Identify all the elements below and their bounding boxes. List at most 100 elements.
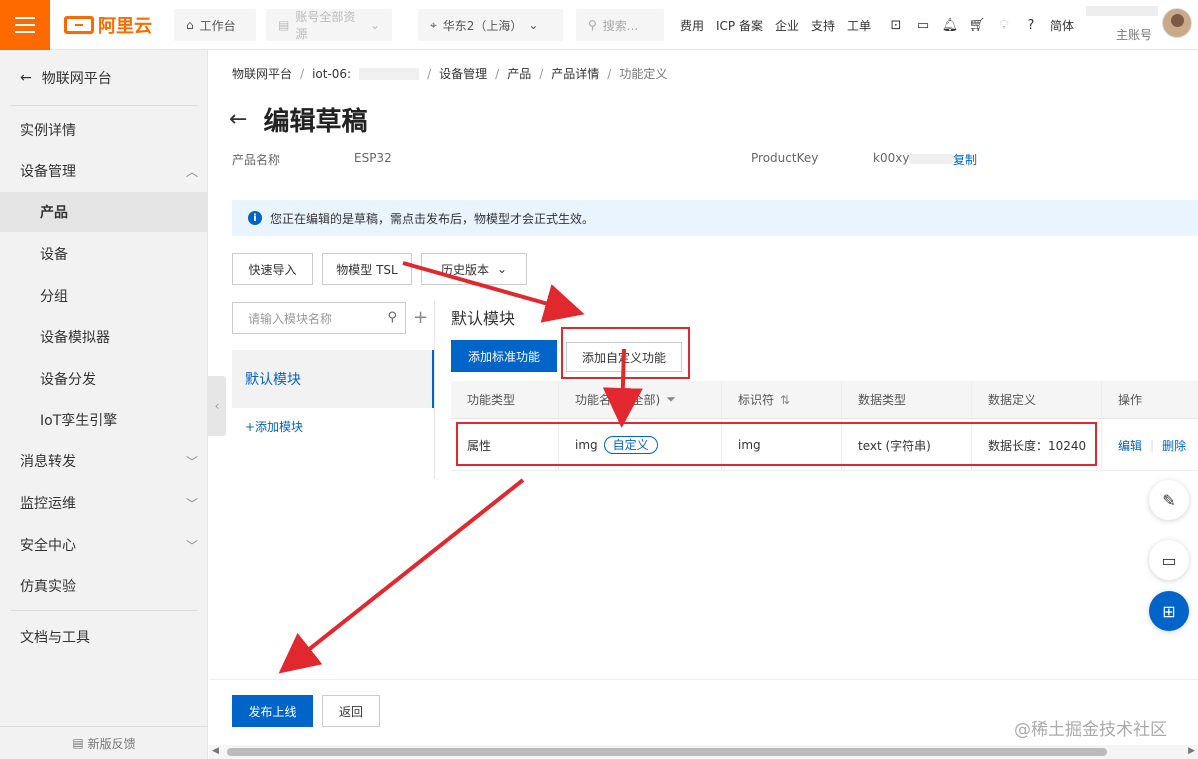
module-search-input[interactable]: 请输入模块名称 ⚲ bbox=[232, 302, 406, 334]
sidebar-item-twin-engine[interactable]: IoT孪生引擎 bbox=[0, 400, 208, 440]
horizontal-scrollbar[interactable]: ◀ ▶ bbox=[209, 745, 1198, 759]
sidebar-item-label: 仿真实验 bbox=[20, 579, 76, 595]
add-custom-function-button[interactable]: 添加自定义功能 bbox=[566, 342, 682, 372]
avatar[interactable] bbox=[1162, 8, 1192, 38]
terminal-icon[interactable]: ▭ bbox=[915, 17, 931, 33]
breadcrumb-item[interactable]: 设备管理 bbox=[439, 65, 487, 82]
filter-icon[interactable]: ⏷ bbox=[666, 392, 676, 407]
back-button[interactable]: 返回 bbox=[322, 695, 380, 727]
search-input[interactable]: ⚲ 搜索... bbox=[576, 9, 664, 41]
history-version-dropdown[interactable]: 历史版本 ⌄ bbox=[421, 253, 527, 285]
sidebar-item-device[interactable]: 设备 bbox=[0, 234, 208, 274]
chat-icon[interactable]: ▭ bbox=[1149, 540, 1189, 580]
arrow-left-icon[interactable]: ← bbox=[229, 107, 247, 132]
sidebar-item-label: 设备模拟器 bbox=[40, 330, 110, 346]
sidebar-item-device-mgmt[interactable]: 设备管理 ︿ bbox=[0, 151, 208, 191]
header-label: 数据类型 bbox=[858, 393, 907, 407]
sidebar-item-docs[interactable]: 文档与工具 bbox=[0, 617, 208, 657]
feedback-label: 新版反馈 bbox=[87, 736, 136, 751]
sidebar-item-label: 消息转发 bbox=[20, 454, 76, 470]
tsl-button[interactable]: 物模型 TSL bbox=[322, 253, 412, 285]
cloudshell-icon[interactable]: ⊡ bbox=[888, 17, 904, 33]
edit-pencil-icon[interactable]: ✎ bbox=[1149, 480, 1189, 520]
apps-grid-icon[interactable]: ⊞ bbox=[1149, 591, 1189, 631]
sidebar-item-label: 监控运维 bbox=[20, 496, 76, 512]
button-label: 发布上线 bbox=[248, 704, 297, 719]
redacted-block bbox=[359, 67, 420, 80]
sidebar-item-label: 安全中心 bbox=[20, 538, 76, 554]
search-icon[interactable]: ⚲ bbox=[387, 310, 397, 325]
sidebar-back-button[interactable]: ← 物联网平台 bbox=[20, 68, 112, 88]
sidebar-item-simulator[interactable]: 设备模拟器 bbox=[0, 317, 208, 357]
publish-button[interactable]: 发布上线 bbox=[232, 695, 313, 727]
location-icon: ⌖ bbox=[430, 17, 437, 32]
bell-icon[interactable]: 🔔︎ bbox=[942, 17, 959, 33]
help-icon[interactable]: ? bbox=[1023, 17, 1039, 33]
chevron-down-icon: ⌄ bbox=[369, 18, 380, 32]
quick-import-button[interactable]: 快速导入 bbox=[232, 253, 313, 285]
cart-icon[interactable]: 🛒︎ bbox=[969, 17, 986, 33]
add-module-link[interactable]: +添加模块 bbox=[245, 418, 303, 435]
table-header: 操作 bbox=[1102, 381, 1198, 419]
button-label: 添加标准功能 bbox=[467, 349, 540, 364]
cell-text: text (字符串) bbox=[858, 438, 931, 453]
chevron-down-icon: ⌄ bbox=[496, 262, 508, 276]
custom-tag-badge: 自定义 bbox=[603, 436, 658, 454]
add-module-plus-icon[interactable]: + bbox=[413, 307, 428, 328]
main-content: 物联网平台 / iot-06: / 设备管理 / 产品 / 产品详情 / 功能定义 ← 编… bbox=[209, 51, 1198, 759]
menu-icon[interactable] bbox=[0, 0, 50, 50]
account-name-redacted bbox=[1086, 6, 1158, 16]
table-header[interactable]: 功能名称 (全部) ⏷ bbox=[559, 381, 722, 419]
breadcrumb: 物联网平台 / iot-06: / 设备管理 / 产品 / 产品详情 / 功能定义 bbox=[232, 65, 668, 82]
link-icp[interactable]: ICP 备案 bbox=[716, 17, 763, 34]
account-menu[interactable]: 主账号 bbox=[1086, 6, 1158, 46]
breadcrumb-current: 功能定义 bbox=[619, 67, 668, 81]
region-dropdown[interactable]: ⌖ 华东2（上海） ⌄ bbox=[418, 9, 563, 41]
cell-type: 属性 bbox=[451, 420, 559, 470]
chevron-up-icon: ︿ bbox=[185, 165, 198, 179]
resources-dropdown[interactable]: ▤ 账号全部资源 ⌄ bbox=[266, 9, 392, 41]
sidebar-item-monitoring[interactable]: 监控运维 ﹀ bbox=[0, 483, 208, 523]
edit-link[interactable]: 编辑 bbox=[1118, 437, 1142, 454]
link-ticket[interactable]: 工单 bbox=[847, 17, 871, 34]
breadcrumb-item[interactable]: 产品详情 bbox=[551, 65, 599, 82]
sidebar-item-distribution[interactable]: 设备分发 bbox=[0, 359, 208, 399]
sidebar-back-label: 物联网平台 bbox=[41, 71, 112, 87]
language-switch[interactable]: 简体 bbox=[1050, 17, 1074, 34]
sidebar-item-instance[interactable]: 实例详情 bbox=[0, 110, 208, 150]
sidebar-item-group[interactable]: 分组 bbox=[0, 276, 208, 316]
module-item-default[interactable]: 默认模块 bbox=[232, 350, 434, 408]
table-header[interactable]: 标识符 ⇅ bbox=[722, 381, 842, 419]
workbench-button[interactable]: ⌂ 工作台 bbox=[174, 9, 256, 41]
scrollbar-thumb[interactable] bbox=[227, 748, 1107, 756]
watermark: @稀土掘金技术社区 bbox=[1014, 720, 1167, 740]
table-header: 功能类型 bbox=[451, 381, 559, 419]
sidebar-item-message-forward[interactable]: 消息转发 ﹀ bbox=[0, 441, 208, 481]
module-label: 默认模块 bbox=[245, 372, 301, 388]
sidebar-item-simulation[interactable]: 仿真实验 bbox=[0, 566, 208, 606]
breadcrumb-item[interactable]: 产品 bbox=[507, 65, 531, 82]
aliyun-logo[interactable]: 阿里云 bbox=[64, 13, 152, 37]
link-enterprise[interactable]: 企业 bbox=[775, 17, 799, 34]
breadcrumb-item[interactable]: iot-06: bbox=[312, 67, 351, 81]
product-key-text: k00xy bbox=[873, 151, 910, 165]
button-label: 返回 bbox=[338, 704, 363, 719]
link-billing[interactable]: 费用 bbox=[680, 17, 704, 34]
sidebar-item-label: 产品 bbox=[40, 205, 68, 221]
breadcrumb-item[interactable]: 物联网平台 bbox=[232, 65, 292, 82]
sidebar-item-product[interactable]: 产品 bbox=[0, 192, 208, 232]
chevron-down-icon: ﹀ bbox=[185, 455, 198, 469]
sidebar-item-security[interactable]: 安全中心 ﹀ bbox=[0, 525, 208, 565]
module-search-placeholder: 请输入模块名称 bbox=[248, 311, 333, 326]
copy-link[interactable]: 复制 bbox=[953, 151, 977, 168]
link-support[interactable]: 支持 bbox=[811, 17, 835, 34]
lightbulb-icon[interactable]: 💡︎ bbox=[996, 17, 1012, 33]
account-label: 主账号 bbox=[1116, 28, 1153, 42]
feedback-button[interactable]: ▤ 新版反馈 bbox=[0, 726, 208, 759]
sort-icon[interactable]: ⇅ bbox=[780, 393, 790, 407]
scroll-right-icon[interactable]: ▶ bbox=[1188, 746, 1195, 756]
cell-text: 数据长度：10240 bbox=[988, 438, 1087, 453]
add-standard-function-button[interactable]: 添加标准功能 bbox=[451, 340, 557, 372]
delete-link[interactable]: 删除 bbox=[1162, 437, 1186, 454]
scroll-left-icon[interactable]: ◀ bbox=[212, 746, 219, 756]
